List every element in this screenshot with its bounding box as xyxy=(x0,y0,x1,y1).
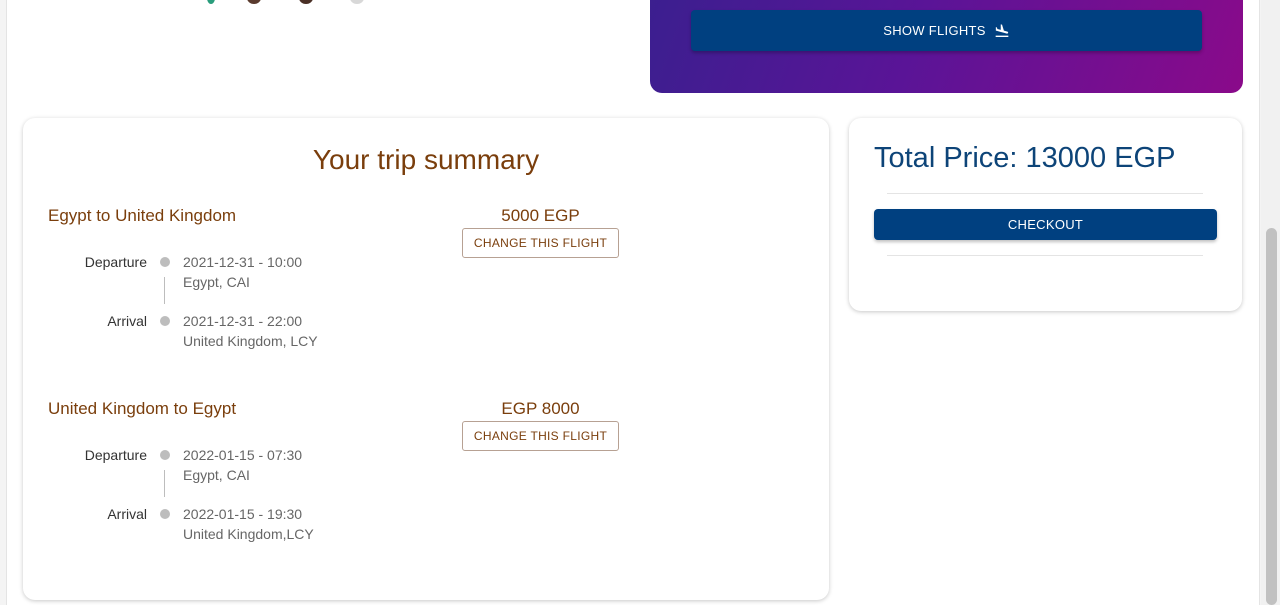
timeline-dot xyxy=(160,316,170,326)
change-flight-button[interactable]: CHANGE THIS FLIGHT xyxy=(462,228,619,258)
arrival-label: Arrival xyxy=(107,313,147,329)
show-flights-label: SHOW FLIGHTS xyxy=(883,23,986,38)
arrival-place: United Kingdom,LCY xyxy=(183,526,314,542)
total-price-card: Total Price: 13000 EGP CHECKOUT xyxy=(849,118,1242,311)
checkout-button[interactable]: CHECKOUT xyxy=(874,209,1217,240)
decorative-image xyxy=(350,0,364,4)
leg-price: EGP 8000 xyxy=(501,399,580,418)
flight-search-panel: SHOW FLIGHTS xyxy=(650,0,1243,93)
timeline-dot xyxy=(160,509,170,519)
total-price-title: Total Price: 13000 EGP xyxy=(874,142,1176,174)
vertical-scrollbar[interactable] xyxy=(1261,0,1280,605)
decorative-image xyxy=(247,0,261,4)
arrival-time: 2021-12-31 - 22:00 xyxy=(183,313,303,329)
leg-price: 5000 EGP xyxy=(501,206,580,225)
trip-summary-title: Your trip summary xyxy=(312,144,540,175)
decorative-image xyxy=(299,0,313,4)
departure-time: 2021-12-31 - 10:00 xyxy=(183,254,303,270)
leg-route: United Kingdom to Egypt xyxy=(48,399,237,418)
show-flights-button[interactable]: SHOW FLIGHTS xyxy=(691,10,1202,51)
timeline-dot xyxy=(160,450,170,460)
divider xyxy=(887,255,1203,256)
arrival-place: United Kingdom, LCY xyxy=(183,333,318,349)
departure-place: Egypt, CAI xyxy=(183,467,250,483)
departure-label: Departure xyxy=(84,254,147,270)
departure-time: 2022-01-15 - 07:30 xyxy=(183,447,303,463)
divider xyxy=(887,193,1203,194)
timeline-dot xyxy=(160,257,170,267)
trip-summary-card: Your trip summary Egypt to United Kingdo… xyxy=(23,118,829,600)
departure-place: Egypt, CAI xyxy=(183,274,250,290)
leg-route: Egypt to United Kingdom xyxy=(48,206,237,225)
scrollbar-thumb[interactable] xyxy=(1266,228,1277,605)
timeline-connector xyxy=(164,277,165,304)
arrival-label: Arrival xyxy=(107,506,147,522)
decorative-image xyxy=(207,0,215,4)
departure-label: Departure xyxy=(84,447,147,463)
timeline-connector xyxy=(164,470,165,497)
arrival-time: 2022-01-15 - 19:30 xyxy=(183,506,303,522)
change-flight-button[interactable]: CHANGE THIS FLIGHT xyxy=(462,421,619,451)
flight-landing-icon xyxy=(995,23,1009,37)
